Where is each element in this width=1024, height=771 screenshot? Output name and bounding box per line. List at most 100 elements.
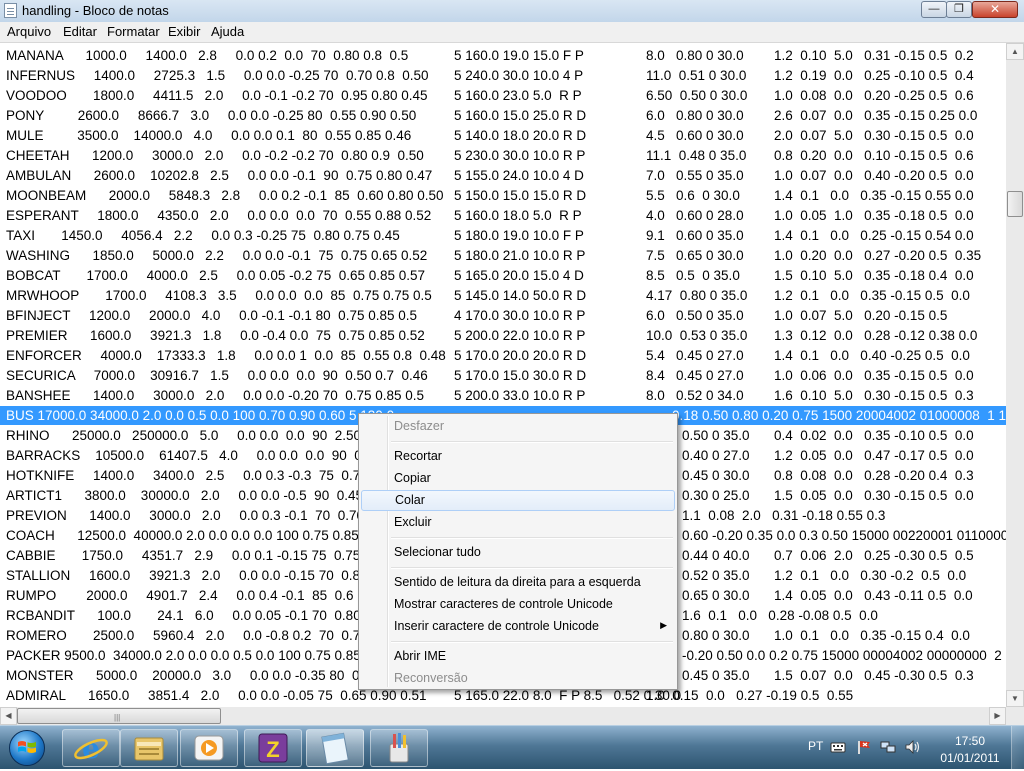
scroll-up-button[interactable]: ▲ [1006,43,1024,60]
text-line-segment: 5 170.0 20.0 20.0 R D [454,348,587,363]
menu-formatar[interactable]: Formatar [107,24,160,39]
context-menu-item-label: Abrir IME [394,649,447,663]
network-icon[interactable] [880,739,896,755]
vertical-scroll-thumb[interactable] [1007,191,1023,217]
keyboard-icon[interactable] [830,739,846,755]
clock-time[interactable]: 17:50 [940,734,1000,748]
horizontal-scroll-thumb[interactable]: ||| [17,708,221,724]
text-line-segment: WASHING 1850.0 5000.0 2.2 0.0 0.0 -0.1 7… [6,248,428,263]
text-line-segment: 0.50 0 35.0 [682,428,750,443]
horizontal-scrollbar[interactable]: ◀ ||| ▶ [0,707,1006,725]
title-bar[interactable]: handling - Bloco de notas — ❐ ✕ [0,0,1024,23]
text-line-segment: 0.44 0 40.0 [682,548,750,563]
text-line-segment: BANSHEE 1400.0 3000.0 2.0 0.0 0.0 -0.20 … [6,388,425,403]
text-line-segment: 1.5 0.07 0.0 0.45 -0.30 0.5 0.3 [774,668,974,683]
text-line-segment: 5 180.0 21.0 10.0 R P [454,248,586,263]
context-menu-item-label: Colar [395,493,425,507]
text-line-segment: 5 150.0 15.0 15.0 R D [454,188,587,203]
windows-logo-icon [18,741,36,753]
scroll-left-button[interactable]: ◀ [0,707,17,725]
text-line-segment: BUS 17000.0 34000.0 2.0 0.0 0.5 0.0 100 … [6,408,398,423]
media-player-icon [194,735,224,761]
text-line-segment: 7.5 0.65 0 30.0 [646,248,744,263]
text-line-segment: 11.1 0.48 0 35.0 [646,148,747,163]
language-indicator[interactable]: PT [808,739,823,753]
context-menu-item-abrir-ime[interactable]: Abrir IME [361,646,675,667]
scroll-right-button[interactable]: ▶ [989,707,1006,725]
system-tray: PT 17:50 01/01/2011 [800,726,1024,769]
volume-icon[interactable] [904,739,920,755]
taskbar: e Z PT 17:50 01/01/2011 [0,725,1024,769]
context-menu-item-excluir[interactable]: Excluir [361,512,675,533]
start-button[interactable] [2,728,52,768]
taskbar-notepad[interactable] [306,729,364,767]
taskbar-paint[interactable] [370,729,428,767]
action-center-flag-icon[interactable] [856,739,872,755]
text-line-segment: 1.0 0.20 0.0 0.27 -0.20 0.5 0.35 [774,248,982,263]
text-line-segment: 0.45 0 35.0 [682,668,750,683]
context-menu-item-selecionar-tudo[interactable]: Selecionar tudo [361,542,675,563]
text-line-segment: 1.4 0.05 0.0 0.43 -0.11 0.5 0.0 [774,588,973,603]
close-button[interactable]: ✕ [972,1,1018,18]
text-line-segment: 1.4 0.1 0.0 0.25 -0.15 0.54 0.0 [774,228,974,243]
clock-date[interactable]: 01/01/2011 [936,751,1004,765]
text-line-segment: 4.17 0.80 0 35.0 [646,288,748,303]
menu-exibir[interactable]: Exibir [168,24,201,39]
text-line-segment: 1.5 0.05 0.0 0.30 -0.15 0.5 0.0 [774,488,974,503]
context-menu-item-colar[interactable]: Colar [361,490,675,511]
vertical-scrollbar[interactable]: ▲ ▼ [1006,43,1024,707]
menu-arquivo[interactable]: Arquivo [7,24,51,39]
text-line-segment: 1.0 0.06 0.0 0.35 -0.15 0.5 0.0 [774,368,974,383]
text-line-segment: 1.5 0.10 5.0 0.35 -0.18 0.4 0.0 [774,268,974,283]
text-line-segment: 0.40 0 27.0 [682,448,750,463]
context-menu: Desfazer Recortar Copiar Colar Excluir Seleci… [358,413,678,690]
scroll-right-icon: ▶ [994,711,1001,720]
text-line-segment: 6.50 0.50 0 30.0 [646,88,748,103]
text-line-segment: 8.5 0.5 0 35.0 [646,268,740,283]
context-menu-item-desfazer: Desfazer [361,416,675,437]
text-line-segment: 5 160.0 19.0 15.0 F P [454,48,584,63]
context-menu-item-label: Mostrar caracteres de controle Unicode [394,597,613,611]
window-title: handling - Bloco de notas [22,3,169,18]
text-line-segment: 5 160.0 15.0 25.0 R D [454,108,587,123]
menu-editar[interactable]: Editar [63,24,97,39]
text-line-segment: RCBANDIT 100.0 24.1 6.0 0.0 0.05 -0.1 70… [6,608,376,623]
text-line-segment: MANANA 1000.0 1400.0 2.8 0.0 0.2 0.0 70 … [6,48,409,63]
text-line-segment: 5 170.0 15.0 30.0 R D [454,368,587,383]
text-line-segment: MOONBEAM 2000.0 5848.3 2.8 0.0 0.2 -0.1 … [6,188,444,203]
scroll-down-button[interactable]: ▼ [1006,690,1024,707]
taskbar-internet-explorer[interactable]: e [62,729,120,767]
text-line-segment: 4 170.0 30.0 10.0 R P [454,308,586,323]
text-line-segment: 1.2 0.1 0.0 0.30 -0.2 0.5 0.0 [774,568,967,583]
text-line-segment: 11.0 0.51 0 30.0 [646,68,747,83]
text-line-segment: 0.18 0.50 0.80 0.20 0.75 1500 20004002 0… [672,408,1006,423]
context-menu-separator [391,537,673,539]
context-menu-separator [391,567,673,569]
context-menu-item-inserir-caractere-de-controle-unicode[interactable]: Inserir caractere de controle Unicode ▶ [361,616,675,637]
text-line-segment: 1.3 0.12 0.0 0.28 -0.12 0.38 0.0 [774,328,978,343]
text-line-segment: 1.4 0.1 0.0 0.35 -0.15 0.55 0.0 [774,188,974,203]
text-line-segment: 5 155.0 24.0 10.0 4 D [454,168,584,183]
taskbar-windows-explorer[interactable] [120,729,178,767]
text-line-segment: 5.5 0.6 0 30.0 [646,188,740,203]
context-menu-item-copiar[interactable]: Copiar [361,468,675,489]
context-menu-item-recortar[interactable]: Recortar [361,446,675,467]
show-desktop-button[interactable] [1011,726,1024,769]
text-line-segment: PONY 2600.0 8666.7 3.0 0.0 0.0 -0.25 80 … [6,108,417,123]
taskbar-media-player[interactable] [180,729,238,767]
context-menu-item-label: Inserir caractere de controle Unicode [394,619,599,633]
text-line-segment: PREMIER 1600.0 3921.3 1.8 0.0 -0.4 0.0 7… [6,328,425,343]
text-line-segment: AMBULAN 2600.0 10202.8 2.5 0.0 0.0 -0.1 … [6,168,433,183]
menu-ajuda[interactable]: Ajuda [211,24,244,39]
text-line-segment: RUMPO 2000.0 4901.7 2.4 0.0 0.4 -0.1 85 … [6,588,373,603]
context-menu-item-sentido-de-leitura-da-direita-para-a-esquerda[interactable]: Sentido de leitura da direita para a esq… [361,572,675,593]
minimize-button[interactable]: — [921,1,947,18]
maximize-button[interactable]: ❐ [946,1,972,18]
text-line-segment: SECURICA 7000.0 30916.7 1.5 0.0 0.0 0.0 … [6,368,428,383]
internet-explorer-icon: e [74,732,108,765]
taskbar-winzip[interactable]: Z [244,729,302,767]
text-line-segment: COACH 12500.0 40000.0 2.0 0.0 0.0 0.0 10… [6,528,371,543]
context-menu-item-mostrar-caracteres-de-controle-unicode[interactable]: Mostrar caracteres de controle Unicode [361,594,675,615]
context-menu-item-label: Reconversão [394,671,468,685]
svg-text:e: e [82,732,100,765]
